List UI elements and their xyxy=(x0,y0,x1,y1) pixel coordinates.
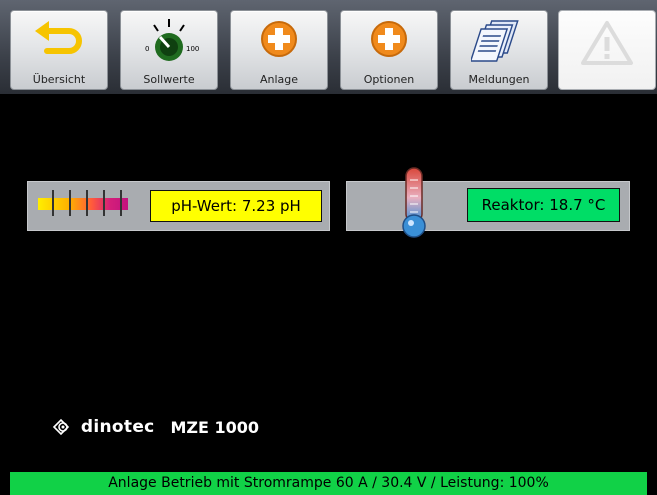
plant-button-label: Anlage xyxy=(259,73,299,86)
ph-panel: pH-Wert: 7.23 pH xyxy=(27,181,330,231)
setpoints-button[interactable]: 0 100 Sollwerte xyxy=(120,10,218,90)
dial-icon: 0 100 xyxy=(145,19,199,61)
dial-max-label: 100 xyxy=(186,45,199,53)
setpoints-button-label: Sollwerte xyxy=(143,73,195,86)
messages-button-label: Meldungen xyxy=(468,73,530,86)
overview-button[interactable]: Übersicht xyxy=(10,10,108,90)
warning-button[interactable] xyxy=(558,10,656,90)
warning-icon xyxy=(581,21,633,65)
reactor-temperature-display: Reaktor: 18.7 °C xyxy=(467,188,620,222)
ph-value-display: pH-Wert: 7.23 pH xyxy=(150,190,322,222)
status-bar: Anlage Betrieb mit Stromrampe 60 A / 30.… xyxy=(10,472,647,495)
brand-name: dinotec xyxy=(80,417,155,437)
ph-scale-ticks xyxy=(52,190,126,216)
options-button[interactable]: Optionen xyxy=(340,10,438,90)
overview-button-label: Übersicht xyxy=(32,73,86,86)
brand: dinotec MZE 1000 xyxy=(52,417,259,437)
plus-icon xyxy=(261,21,297,57)
dial-min-label: 0 xyxy=(145,45,149,53)
dinotec-logo-icon xyxy=(52,418,70,436)
documents-icon xyxy=(471,20,519,62)
model-name: MZE 1000 xyxy=(170,417,260,437)
options-button-label: Optionen xyxy=(363,73,415,86)
back-arrow-icon xyxy=(35,21,82,54)
messages-button[interactable]: Meldungen xyxy=(450,10,548,90)
plant-button[interactable]: Anlage xyxy=(230,10,328,90)
toolbar: Übersicht 0 100 Sollwerte Anlage Optione… xyxy=(0,0,657,94)
thermometer-icon xyxy=(402,167,426,238)
plus-icon xyxy=(371,21,407,57)
